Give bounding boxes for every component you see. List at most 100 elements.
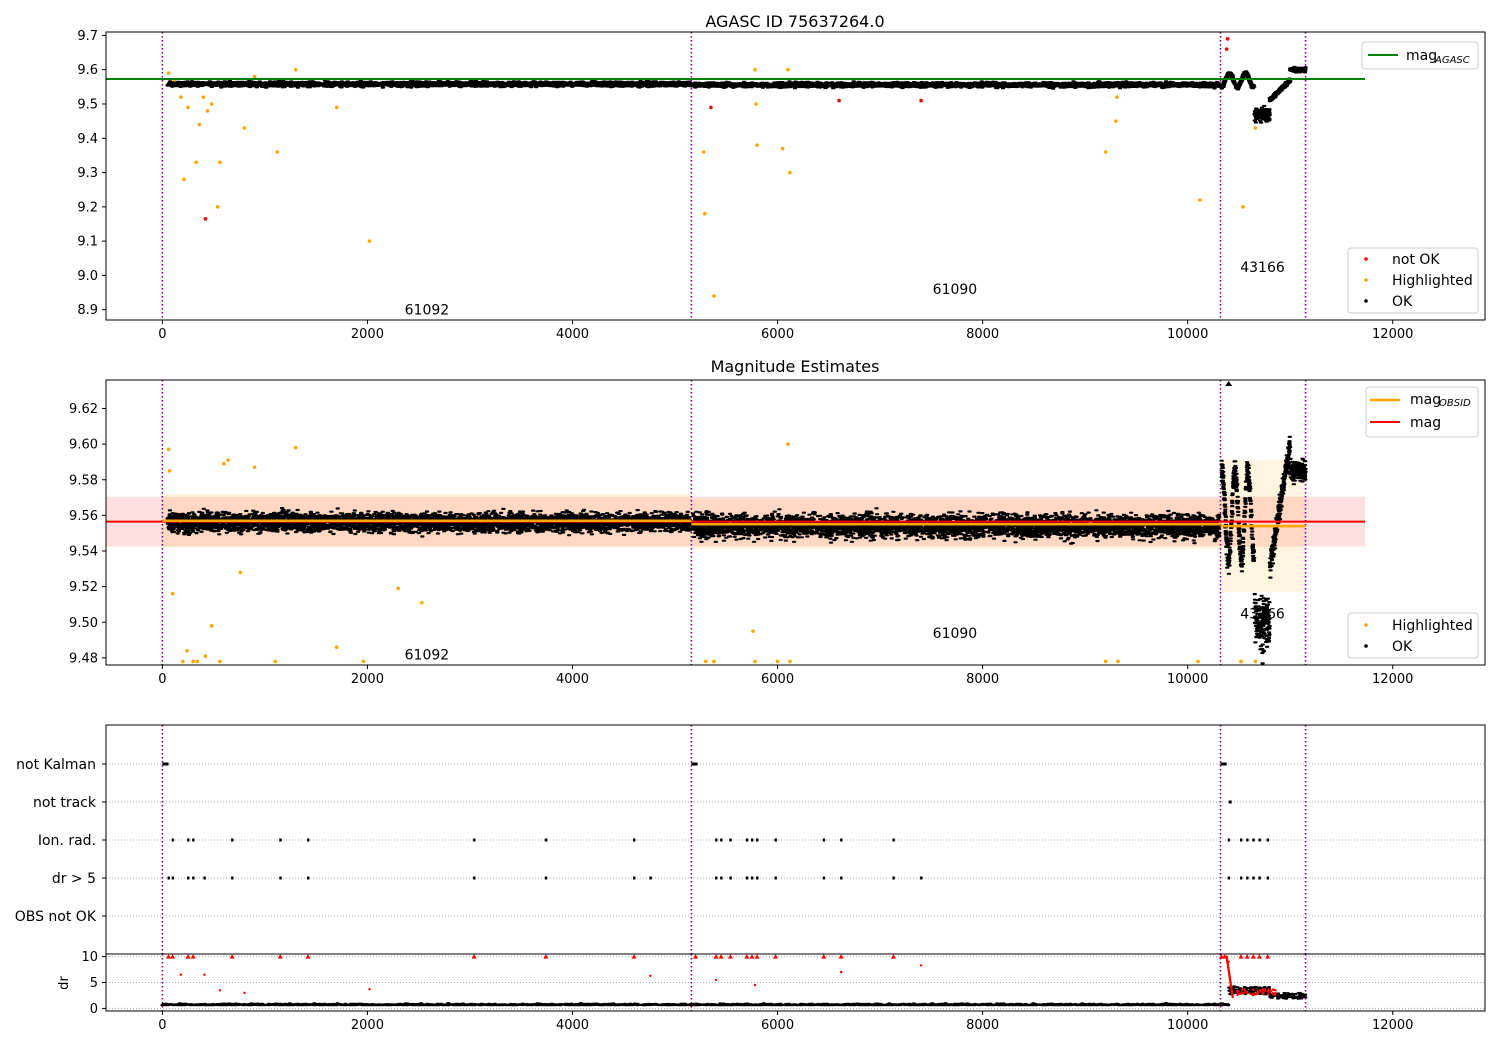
flag-marker bbox=[729, 838, 732, 842]
x-tick-label: 10000 bbox=[1167, 1018, 1208, 1033]
flag-marker bbox=[192, 838, 195, 842]
flag-marker bbox=[171, 838, 175, 842]
panel-3-frame bbox=[105, 724, 1486, 955]
y-tick-label: 8.9 bbox=[77, 303, 98, 318]
highlighted-point bbox=[712, 659, 716, 664]
dr-gt-5-marker bbox=[1238, 954, 1244, 959]
flag-marker bbox=[306, 838, 310, 842]
highlighted-point bbox=[703, 659, 708, 664]
dr-points bbox=[160, 985, 1308, 1007]
dr-gt-5-point bbox=[919, 964, 923, 967]
dr-gt-5-marker bbox=[277, 954, 283, 959]
x-tick-label: 4000 bbox=[556, 1018, 589, 1033]
highlighted-point bbox=[419, 600, 424, 605]
highlighted-point bbox=[1115, 95, 1119, 99]
legend-label-ok: OK bbox=[1392, 639, 1413, 655]
data-points-ok bbox=[165, 79, 693, 89]
highlighted-point bbox=[1241, 205, 1245, 209]
y-tick-label: 9.5 bbox=[77, 98, 98, 113]
dr-gt-5-marker bbox=[1244, 954, 1250, 959]
panel-1-frame bbox=[105, 31, 1486, 321]
dr-gt-5-point bbox=[839, 970, 843, 974]
obsid-label: 43166 bbox=[1240, 260, 1285, 276]
dr-gt-5-point bbox=[1242, 991, 1246, 994]
dr-gt-5-point bbox=[1263, 989, 1266, 992]
highlighted-point bbox=[788, 170, 792, 175]
legend-swatch-highlighted bbox=[1364, 278, 1368, 282]
dr-gt-5-marker bbox=[821, 954, 827, 959]
highlighted-point bbox=[754, 102, 758, 106]
legend-label-mag: mag bbox=[1410, 415, 1441, 431]
dr-gt-5-point bbox=[1258, 989, 1262, 992]
y-tick-label: 5 bbox=[90, 976, 98, 991]
x-tick-label: 8000 bbox=[966, 672, 999, 687]
legend-label-not-ok: not OK bbox=[1392, 252, 1440, 268]
flag-marker bbox=[473, 838, 476, 842]
flag-marker bbox=[756, 838, 759, 842]
dr-gt-5-marker bbox=[190, 954, 196, 959]
highlighted-point bbox=[361, 659, 366, 664]
legend-label-mag-agasc: mag bbox=[1406, 48, 1437, 64]
flag-marker bbox=[1266, 876, 1270, 880]
highlighted-point bbox=[786, 67, 790, 72]
flag-marker bbox=[1258, 838, 1261, 842]
legend-swatch-ok bbox=[1364, 644, 1368, 648]
x-tick-label: 6000 bbox=[761, 327, 794, 342]
flag-marker bbox=[544, 876, 548, 880]
highlighted-point bbox=[191, 659, 195, 664]
highlighted-point bbox=[166, 447, 171, 452]
flag-marker bbox=[231, 838, 234, 842]
legend-sub-mag-agasc: AGASC bbox=[1434, 55, 1470, 66]
flag-marker bbox=[892, 876, 895, 880]
flag-marker bbox=[1220, 762, 1227, 766]
x-tick-label: 0 bbox=[158, 1018, 166, 1033]
dr-gt-5-point bbox=[1248, 992, 1252, 995]
flag-marker bbox=[279, 876, 282, 880]
y-tick-label: 9.52 bbox=[69, 580, 98, 595]
flag-row-label: dr > 5 bbox=[52, 871, 96, 887]
y-tick-label: 9.56 bbox=[69, 509, 98, 524]
highlighted-point bbox=[201, 95, 206, 99]
highlighted-point bbox=[215, 205, 220, 209]
highlighted-point bbox=[252, 74, 257, 79]
dr-gt-5-marker bbox=[754, 954, 760, 959]
flag-marker bbox=[187, 876, 190, 880]
dr-gt-5-point bbox=[1236, 989, 1239, 993]
highlighted-point bbox=[166, 71, 171, 75]
dr-gt-5-point bbox=[1273, 993, 1276, 996]
dr-gt-5-marker bbox=[170, 954, 176, 959]
flag-marker bbox=[279, 838, 282, 842]
figure-canvas: AGASC ID 75637264.0 8.9 9.0 9.1 9.2 9.3 9.4 9.… bbox=[15, 12, 1486, 1033]
highlighted-point bbox=[185, 648, 189, 653]
y-tick-label: 9.60 bbox=[69, 438, 98, 453]
obsid-label: 43166 bbox=[1240, 606, 1285, 622]
panel-1-title: AGASC ID 75637264.0 bbox=[705, 12, 884, 31]
dr-gt-5-point bbox=[1254, 992, 1257, 995]
highlighted-point bbox=[751, 629, 755, 633]
panel-agasc-magnitude: AGASC ID 75637264.0 8.9 9.0 9.1 9.2 9.3 9.4 9.… bbox=[77, 12, 1486, 342]
highlighted-point bbox=[367, 239, 372, 243]
dr-gt-5-marker bbox=[229, 954, 235, 959]
dr-gt-5-point bbox=[1251, 992, 1254, 995]
flag-marker bbox=[203, 876, 206, 880]
flag-marker bbox=[167, 876, 170, 880]
x-tick-label: 6000 bbox=[761, 1018, 794, 1033]
y-tick-label: 0 bbox=[90, 1002, 98, 1017]
dr-gt-5-point bbox=[1227, 960, 1230, 963]
panel-4-plot-area: 0 5 10 0 2000 4000 6000 8000 10000 12000 bbox=[81, 950, 1485, 1033]
dr-gt-5-point bbox=[753, 983, 757, 987]
dr-gt-5-point bbox=[218, 989, 222, 992]
highlighted-point bbox=[701, 150, 706, 154]
x-tick-label: 2000 bbox=[351, 327, 384, 342]
highlighted-point bbox=[218, 160, 222, 165]
flag-marker bbox=[649, 876, 652, 880]
legend-label-ok: OK bbox=[1392, 294, 1413, 310]
not-ok-point bbox=[709, 105, 713, 110]
dr-gt-5-marker bbox=[749, 954, 755, 959]
flag-marker bbox=[720, 876, 723, 880]
highlighted-point bbox=[788, 659, 792, 664]
y-tick-label: 9.4 bbox=[77, 132, 98, 147]
x-tick-label: 12000 bbox=[1372, 327, 1413, 342]
flag-marker bbox=[162, 762, 169, 766]
flag-marker bbox=[192, 876, 195, 880]
